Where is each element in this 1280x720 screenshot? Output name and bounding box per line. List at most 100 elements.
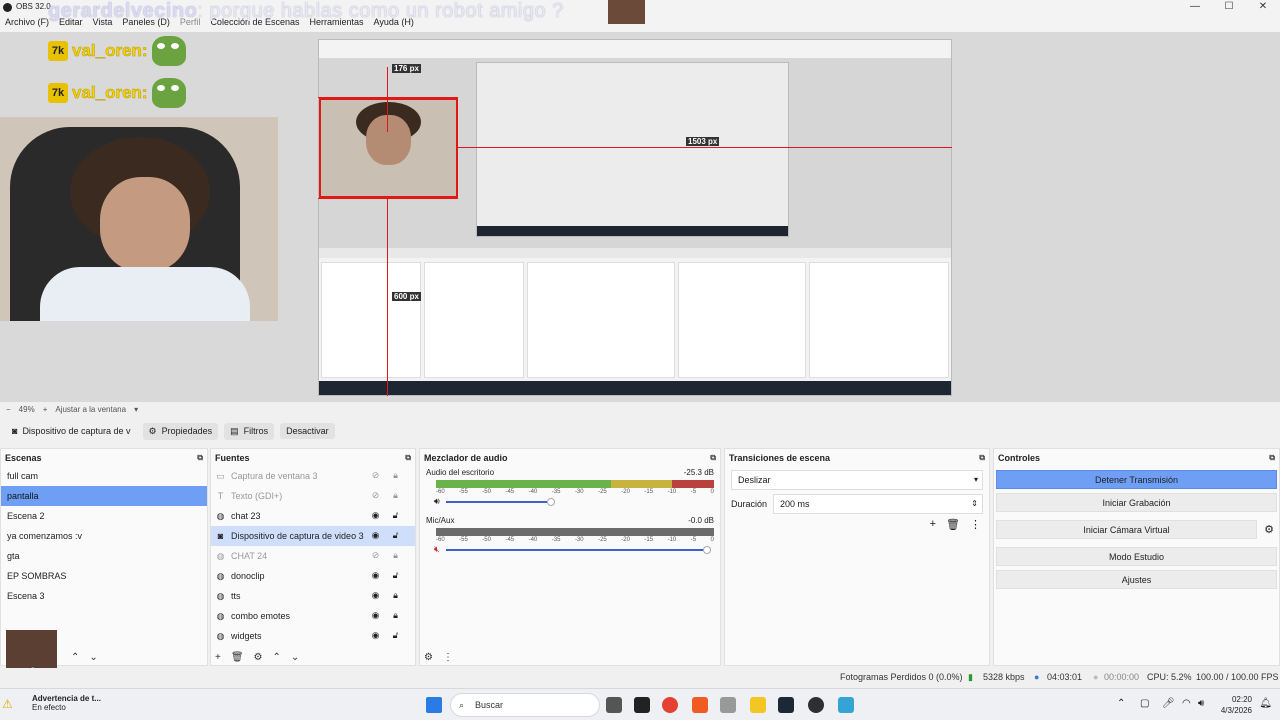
eye-hidden-icon[interactable]: ⊘ [370,470,381,481]
volume-slider[interactable]: 🔇︎ [434,544,714,555]
obs-taskbar-icon[interactable] [808,697,824,713]
more-icon[interactable]: ⋮ [970,518,981,531]
file-explorer-icon[interactable] [750,697,766,713]
dock-float-icon[interactable]: ⧉ [405,453,411,463]
track-db: -25.3 dB [683,468,714,477]
eye-icon[interactable]: ◉ [370,510,381,521]
scene-item[interactable]: Escena 3 [1,586,207,606]
spinner-icon[interactable]: ⇕ [971,495,978,513]
source-item[interactable]: ▭ Captura de ventana 3 ⊘ 🔒︎ [211,466,415,486]
source-item[interactable]: ◙ Dispositivo de captura de video 3 ◉ 🔓︎ [211,526,415,546]
wifi-icon[interactable]: ◠ [1182,698,1191,709]
more-icon[interactable]: ⋮ [443,652,453,663]
notepad-icon[interactable] [838,697,854,713]
eye-hidden-icon[interactable]: ⊘ [370,550,381,561]
task-view-icon[interactable] [606,697,622,713]
mic-icon[interactable]: 🎤︎ [1162,698,1175,709]
store-icon[interactable] [720,697,736,713]
deactivate-button[interactable]: Desactivar [280,423,335,439]
source-item[interactable]: ◍ widgets ◉ 🔓︎ [211,626,415,646]
zoom-out-button[interactable]: − [6,405,11,414]
source-item[interactable]: ◍ tts ◉ 🔒︎ [211,586,415,606]
lock-icon[interactable]: 🔒︎ [390,610,401,621]
dock-float-icon[interactable]: ⧉ [197,453,203,463]
move-up-icon[interactable]: ⌃ [71,652,79,663]
windows-start-icon[interactable] [426,697,442,713]
eye-hidden-icon[interactable]: ⊘ [370,490,381,501]
unlock-icon[interactable]: 🔓︎ [390,530,401,541]
lock-icon[interactable]: 🔒︎ [390,590,401,601]
chevron-up-icon[interactable]: ⌃ [1117,698,1125,709]
start-virtual-camera-button[interactable]: Iniciar Cámara Virtual [996,520,1257,539]
stop-streaming-button[interactable]: Detener Transmisión [996,470,1277,489]
dock-float-icon[interactable]: ⧉ [710,453,716,463]
preview-canvas[interactable]: 7k val_oren: 7k val_oren: 176 px 1503 px… [0,32,1280,402]
system-clock[interactable]: 02:20 4/3/2026 [1221,694,1252,716]
move-down-icon[interactable]: ⌄ [291,652,299,663]
lock-icon[interactable]: 🔒︎ [390,550,401,561]
maximize-button[interactable]: ☐ [1212,0,1246,15]
unlock-icon[interactable]: 🔓︎ [390,570,401,581]
scene-item[interactable]: gta [1,546,207,566]
add-icon[interactable]: + [215,652,221,663]
settings-button[interactable]: Ajustes [996,570,1277,589]
eye-icon[interactable]: ◉ [370,610,381,621]
move-down-icon[interactable]: ⌄ [89,652,97,663]
weather-widget[interactable]: Advertencia de t... En efecto [32,694,101,712]
zoom-in-button[interactable]: + [43,405,48,414]
volume-slider-knob[interactable] [547,498,556,506]
unlock-icon[interactable]: 🔓︎ [390,510,401,521]
dock-float-icon[interactable]: ⧉ [979,453,985,463]
gear-icon[interactable]: ⚙ [424,652,433,663]
scene-item[interactable]: Escena 2 [1,506,207,526]
scene-item[interactable]: EP SOMBRAS [1,566,207,586]
epic-games-icon[interactable] [634,697,650,713]
volume-slider-knob[interactable] [702,546,711,554]
source-item[interactable]: ◍ CHAT 24 ⊘ 🔒︎ [211,546,415,566]
dock-float-icon[interactable]: ⧉ [1269,453,1275,463]
trash-icon[interactable]: 🗑︎ [231,652,244,663]
add-icon[interactable]: + [930,518,936,531]
source-item[interactable]: T Texto (GDI+) ⊘ 🔒︎ [211,486,415,506]
chevron-down-icon[interactable]: ▾ [134,405,138,414]
notification-icon[interactable]: 🔔︎ [1259,698,1272,709]
scene-item[interactable]: ya comenzamos :v [1,526,207,546]
chrome-icon[interactable] [662,697,678,713]
eye-icon[interactable]: ◉ [370,570,381,581]
unlock-icon[interactable]: 🔓︎ [390,630,401,641]
trash-icon[interactable]: 🗑︎ [946,518,960,531]
duration-input[interactable]: 200 ms ⇕ [773,494,983,514]
source-item[interactable]: ◍ donoclip ◉ 🔓︎ [211,566,415,586]
scene-item[interactable]: pantalla [1,486,207,506]
eye-icon[interactable]: ◉ [370,630,381,641]
gear-icon[interactable]: ⚙ [1259,523,1279,536]
taskbar-search[interactable]: ⌕ Buscar [450,693,600,717]
search-placeholder: Buscar [475,700,504,710]
network-icon[interactable]: ▢ [1140,698,1149,709]
volume-icon[interactable]: 🔊︎ [1198,698,1204,709]
volume-slider[interactable]: 🔊︎ [434,496,714,507]
properties-button[interactable]: ⚙ Propiedades [142,422,219,440]
eye-icon[interactable]: ◉ [370,590,381,601]
source-item[interactable]: ◍ chat 23 ◉ 🔓︎ [211,506,415,526]
filters-button[interactable]: ▤ Filtros [224,422,275,440]
muted-speaker-icon[interactable]: 🔇︎ [434,544,440,555]
lock-icon[interactable]: 🔒︎ [390,470,401,481]
close-button[interactable]: ✕ [1246,0,1280,15]
transition-select[interactable]: Deslizar ▾ [731,470,983,490]
menu-file[interactable]: Archivo (F) [0,15,54,32]
eye-icon[interactable]: ◉ [370,530,381,541]
speaker-icon[interactable]: 🔊︎ [434,496,440,507]
studio-mode-button[interactable]: Modo Estudio [996,547,1277,566]
minimize-button[interactable]: — [1178,0,1212,15]
zoom-fit-select[interactable]: Ajustar a la ventana [55,405,126,414]
gear-icon[interactable]: ⚙ [254,652,263,663]
start-recording-button[interactable]: Iniciar Grabación [996,493,1277,512]
scene-item[interactable]: full cam [1,466,207,486]
nested-screen-capture[interactable] [318,39,952,396]
move-up-icon[interactable]: ⌃ [273,652,281,663]
lock-icon[interactable]: 🔒︎ [390,490,401,501]
brave-icon[interactable] [692,697,708,713]
source-item[interactable]: ◍ combo emotes ◉ 🔒︎ [211,606,415,626]
steam-icon[interactable] [778,697,794,713]
